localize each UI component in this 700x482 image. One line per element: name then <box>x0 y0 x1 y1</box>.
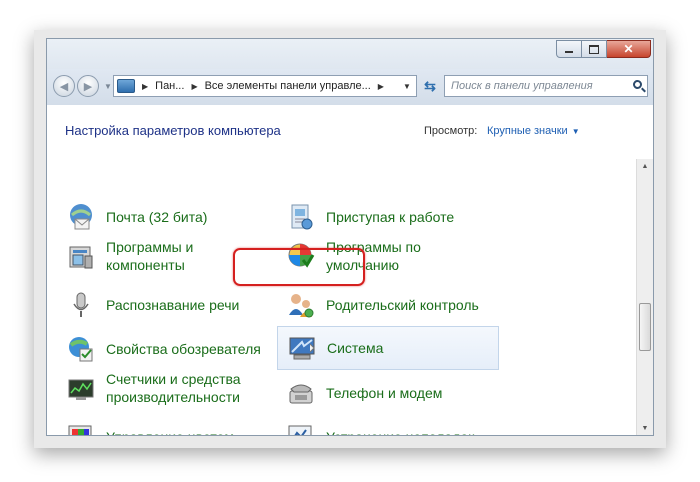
chevron-right-icon[interactable]: ▶ <box>191 82 197 91</box>
navigation-bar: ◀ ▶ ▼ ▶ Пан... ▶ Все элементы панели упр… <box>47 69 653 105</box>
caption-buttons: ✕ <box>556 40 651 58</box>
microphone-icon <box>67 291 95 319</box>
item-performance[interactable]: Счетчики и средства производительности <box>67 370 241 406</box>
mail-icon <box>67 203 95 231</box>
scroll-thumb[interactable] <box>639 303 651 351</box>
title-bar[interactable]: ✕ <box>47 39 653 69</box>
breadcrumb-all-items[interactable]: Все элементы панели управле... <box>205 80 371 92</box>
maximize-button[interactable] <box>582 40 607 58</box>
item-mail[interactable]: Почта (32 бита) <box>67 203 207 231</box>
recent-pages-dropdown[interactable]: ▼ <box>104 82 112 91</box>
search-placeholder: Поиск в панели управления <box>451 80 593 92</box>
search-icon[interactable] <box>633 80 642 89</box>
item-system[interactable]: Система <box>277 326 499 370</box>
minimize-button[interactable] <box>556 40 582 58</box>
view-mode-dropdown[interactable]: Крупные значки ▼ <box>487 125 580 137</box>
close-button[interactable]: ✕ <box>607 40 651 58</box>
item-phone-modem[interactable]: Телефон и модем <box>287 379 442 407</box>
control-panel-window: ✕ ◀ ▶ ▼ ▶ Пан... ▶ Все элементы панели у… <box>46 38 654 436</box>
parental-controls-icon <box>287 291 315 319</box>
scroll-up-icon[interactable]: ▲ <box>637 159 653 173</box>
vertical-scrollbar[interactable]: ▲ ▼ <box>636 159 653 435</box>
close-icon: ✕ <box>623 42 634 56</box>
phone-modem-icon <box>287 379 315 407</box>
chevron-down-icon: ▼ <box>571 127 580 136</box>
view-label: Просмотр: <box>424 125 478 137</box>
address-dropdown-button[interactable]: ▼ <box>398 76 416 96</box>
breadcrumb-control-panel[interactable]: Пан... <box>155 80 184 92</box>
back-arrow-icon: ◀ <box>59 80 69 93</box>
item-programs-features[interactable]: Программы и компоненты <box>67 238 193 274</box>
item-troubleshooting[interactable]: Устранение неполадок <box>287 423 474 435</box>
view-mode-value: Крупные значки <box>487 125 568 137</box>
chevron-right-icon[interactable]: ▶ <box>142 82 148 91</box>
highlight-ring <box>233 248 365 286</box>
refresh-button[interactable]: ⇆ <box>420 75 440 97</box>
item-color-management[interactable]: Управление цветом <box>67 423 234 435</box>
programs-icon <box>67 242 95 270</box>
forward-button[interactable]: ▶ <box>77 75 99 97</box>
system-icon <box>288 334 316 362</box>
internet-options-icon <box>67 335 95 363</box>
refresh-icon: ⇆ <box>424 77 436 94</box>
back-button[interactable]: ◀ <box>53 75 75 97</box>
chevron-right-icon[interactable]: ▶ <box>378 82 384 91</box>
item-getting-started[interactable]: Приступая к работе <box>287 203 454 231</box>
control-panel-icon <box>117 79 135 93</box>
search-input[interactable]: Поиск в панели управления <box>444 75 648 97</box>
minimize-icon <box>565 50 573 53</box>
item-internet-options[interactable]: Свойства обозревателя <box>67 335 261 363</box>
scroll-down-icon[interactable]: ▼ <box>637 421 653 435</box>
maximize-icon <box>589 44 599 54</box>
forward-arrow-icon: ▶ <box>83 80 93 93</box>
performance-icon <box>67 374 95 402</box>
getting-started-icon <box>287 203 315 231</box>
address-bar[interactable]: ▶ Пан... ▶ Все элементы панели управле..… <box>113 75 417 97</box>
troubleshooting-icon <box>287 423 315 435</box>
item-parental-controls[interactable]: Родительский контроль <box>287 291 479 319</box>
page-title: Настройка параметров компьютера <box>65 123 281 138</box>
item-speech-recognition[interactable]: Распознавание речи <box>67 291 239 319</box>
color-management-icon <box>67 423 95 435</box>
